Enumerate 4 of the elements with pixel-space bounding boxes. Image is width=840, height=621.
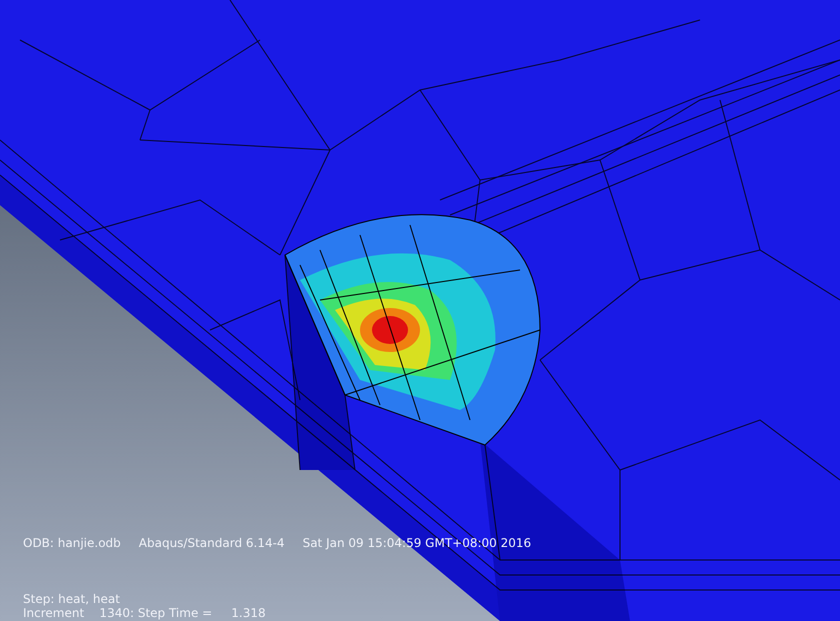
increment-label: Increment 1340: Step Time = 1.318 <box>23 606 267 620</box>
step-label: Step: heat, heat <box>23 592 121 606</box>
solver-version: Abaqus/Standard 6.14-4 <box>138 536 285 550</box>
odb-filename: ODB: hanjie.odb <box>23 536 121 550</box>
